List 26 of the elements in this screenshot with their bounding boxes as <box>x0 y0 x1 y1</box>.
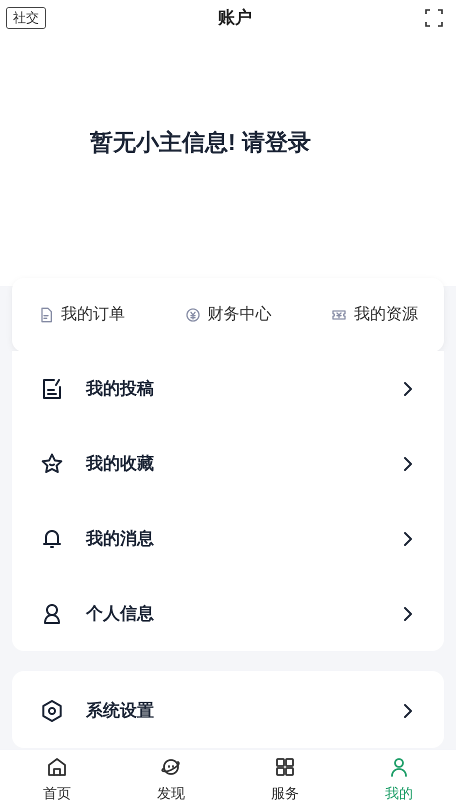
login-prompt[interactable]: 暂无小主信息! 请登录 <box>90 125 312 160</box>
tab-item[interactable]: 首页 <box>0 750 114 809</box>
scan-icon[interactable] <box>424 8 444 28</box>
menu-label: 系统设置 <box>86 700 155 722</box>
menu-item[interactable]: 系统设置 <box>12 673 444 748</box>
star-icon <box>40 452 64 476</box>
quick-link[interactable]: 财务中心 <box>184 303 272 327</box>
menu-label: 我的消息 <box>86 528 155 550</box>
social-button[interactable]: 社交 <box>6 7 46 29</box>
menu-label: 个人信息 <box>86 602 155 625</box>
tab-item[interactable]: 发现 <box>114 750 228 809</box>
menu-item[interactable]: 个人信息 <box>12 576 444 651</box>
quick-link[interactable]: 我的资源 <box>331 303 418 327</box>
quick-link[interactable]: 我的订单 <box>38 303 125 327</box>
yen-coin-icon <box>184 307 200 323</box>
grid-icon <box>273 755 297 779</box>
tab-item[interactable]: 服务 <box>228 750 342 809</box>
menu-item[interactable]: 我的消息 <box>12 501 444 576</box>
settings-icon <box>40 698 64 722</box>
menu-label: 我的投稿 <box>86 378 155 400</box>
home-icon <box>45 755 69 779</box>
menu-item[interactable]: 我的收藏 <box>12 426 444 501</box>
menu-label: 我的收藏 <box>86 452 155 475</box>
page-title: 账户 <box>218 7 252 30</box>
edit-icon <box>40 376 64 400</box>
menu-item[interactable]: 我的投稿 <box>12 351 444 426</box>
